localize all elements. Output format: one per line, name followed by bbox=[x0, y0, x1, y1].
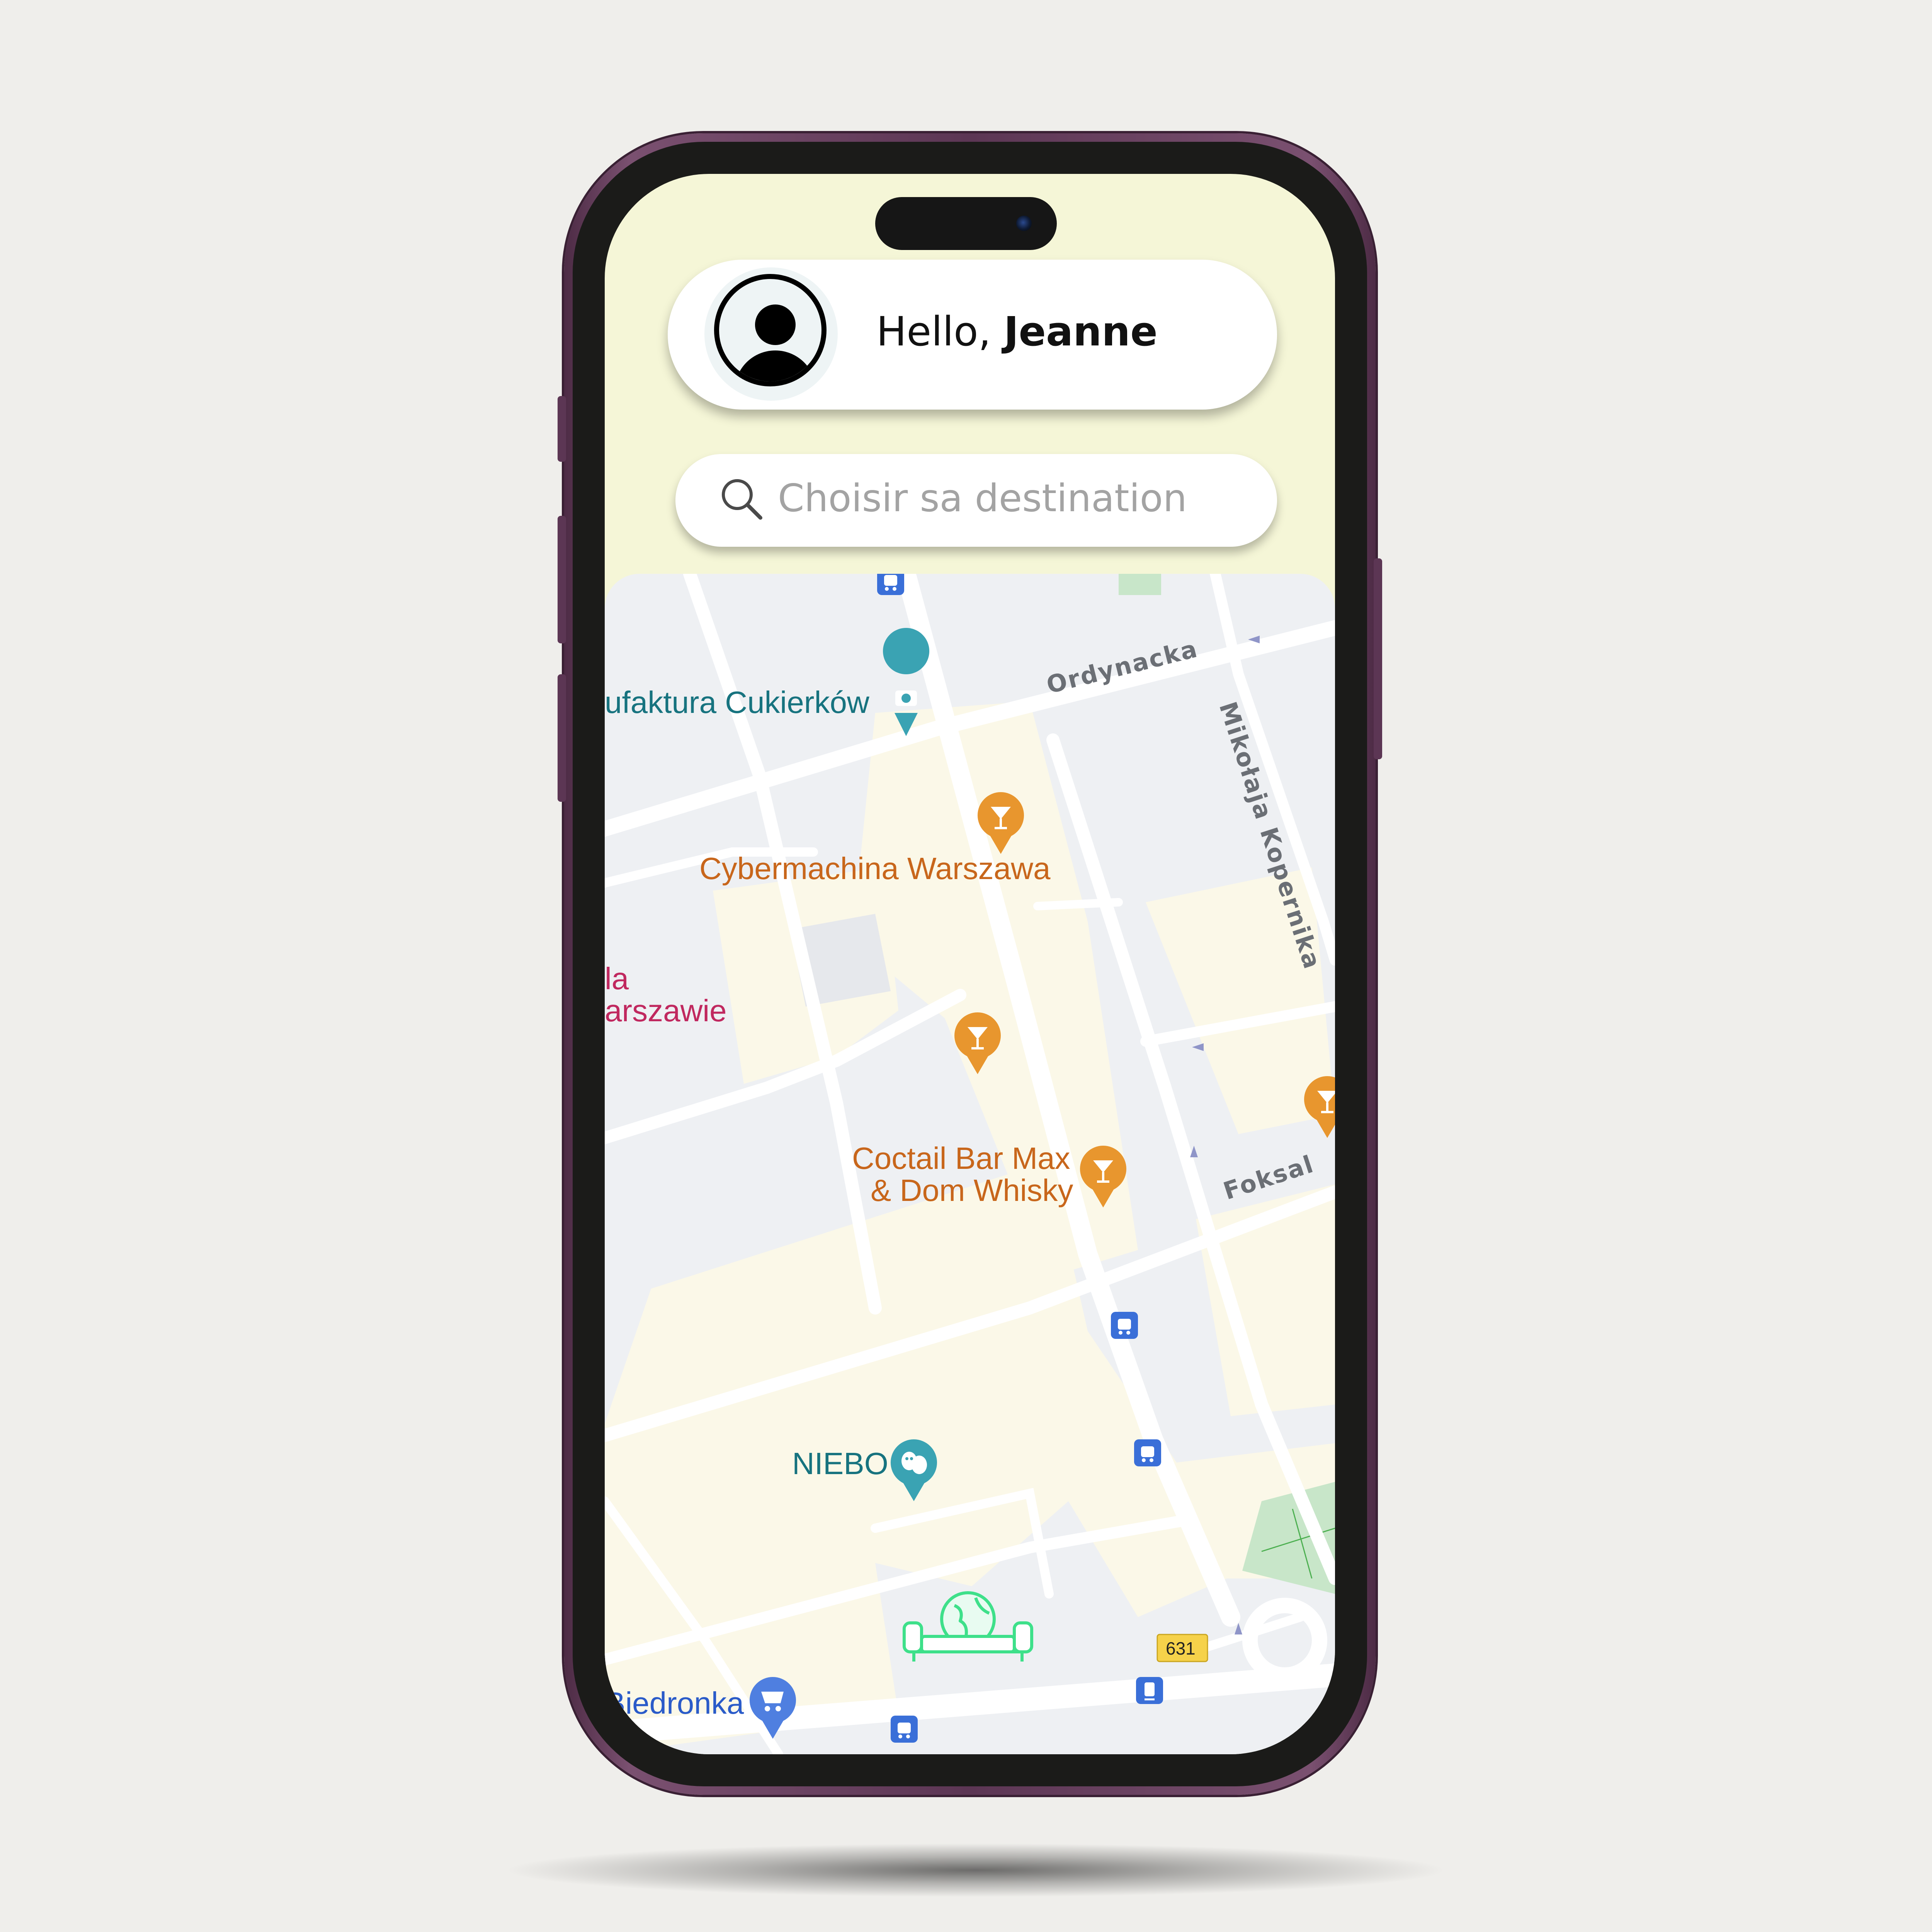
front-camera bbox=[1016, 216, 1032, 231]
volume-down-button bbox=[558, 674, 566, 802]
cocktail-icon[interactable] bbox=[1304, 1076, 1335, 1138]
place-label-cybermachina[interactable]: Cybermachina Warszawa bbox=[699, 851, 1051, 886]
greeting-card: Hello, Jeanne bbox=[668, 260, 1277, 410]
tram-stop-icon bbox=[1136, 1677, 1163, 1704]
greeting-text: Hello, Jeanne bbox=[876, 308, 1158, 355]
destination-search-input[interactable] bbox=[778, 475, 1242, 522]
place-label-manufaktura[interactable]: ufaktura Cukierków bbox=[605, 685, 869, 719]
mockup-scene: Hello, Jeanne Choisir sa destination Ord… bbox=[0, 0, 1932, 1932]
map-canvas: Ordynacka Mikołaja Kopernika Foksal 631 … bbox=[605, 574, 1335, 1754]
mute-switch bbox=[558, 396, 566, 462]
user-icon bbox=[714, 274, 827, 386]
destination-search-bar[interactable] bbox=[675, 454, 1277, 547]
user-name: Jeanne bbox=[1003, 308, 1158, 355]
profile-avatar[interactable] bbox=[704, 267, 838, 401]
place-label-coctail-bar-line1[interactable]: Coctail Bar Max bbox=[852, 1141, 1070, 1175]
place-label-partial-bottom: arszawie bbox=[605, 993, 727, 1028]
svg-text:631: 631 bbox=[1166, 1638, 1196, 1658]
phone-screen: Hello, Jeanne Choisir sa destination Ord… bbox=[605, 174, 1335, 1754]
bus-stop-icon bbox=[891, 1716, 918, 1743]
place-label-biedronka[interactable]: Biedronka bbox=[605, 1686, 744, 1720]
bus-stop-icon bbox=[1134, 1439, 1161, 1466]
place-label-niebo[interactable]: NIEBO bbox=[792, 1446, 888, 1481]
phone-shadow bbox=[502, 1843, 1449, 1897]
place-label-partial-top: la bbox=[605, 961, 629, 996]
power-button bbox=[1374, 558, 1382, 759]
user-location-icon[interactable] bbox=[903, 1591, 1033, 1662]
place-label-coctail-bar-line2[interactable]: & Dom Whisky bbox=[871, 1173, 1073, 1208]
bus-stop-icon bbox=[1111, 1312, 1138, 1339]
greeting-prefix: Hello, bbox=[876, 308, 1004, 355]
bus-stop-icon bbox=[877, 574, 904, 595]
search-icon bbox=[722, 479, 762, 520]
map-view[interactable]: Ordynacka Mikołaja Kopernika Foksal 631 … bbox=[605, 574, 1335, 1754]
volume-up-button bbox=[558, 516, 566, 643]
route-badge: 631 bbox=[1156, 1634, 1208, 1662]
